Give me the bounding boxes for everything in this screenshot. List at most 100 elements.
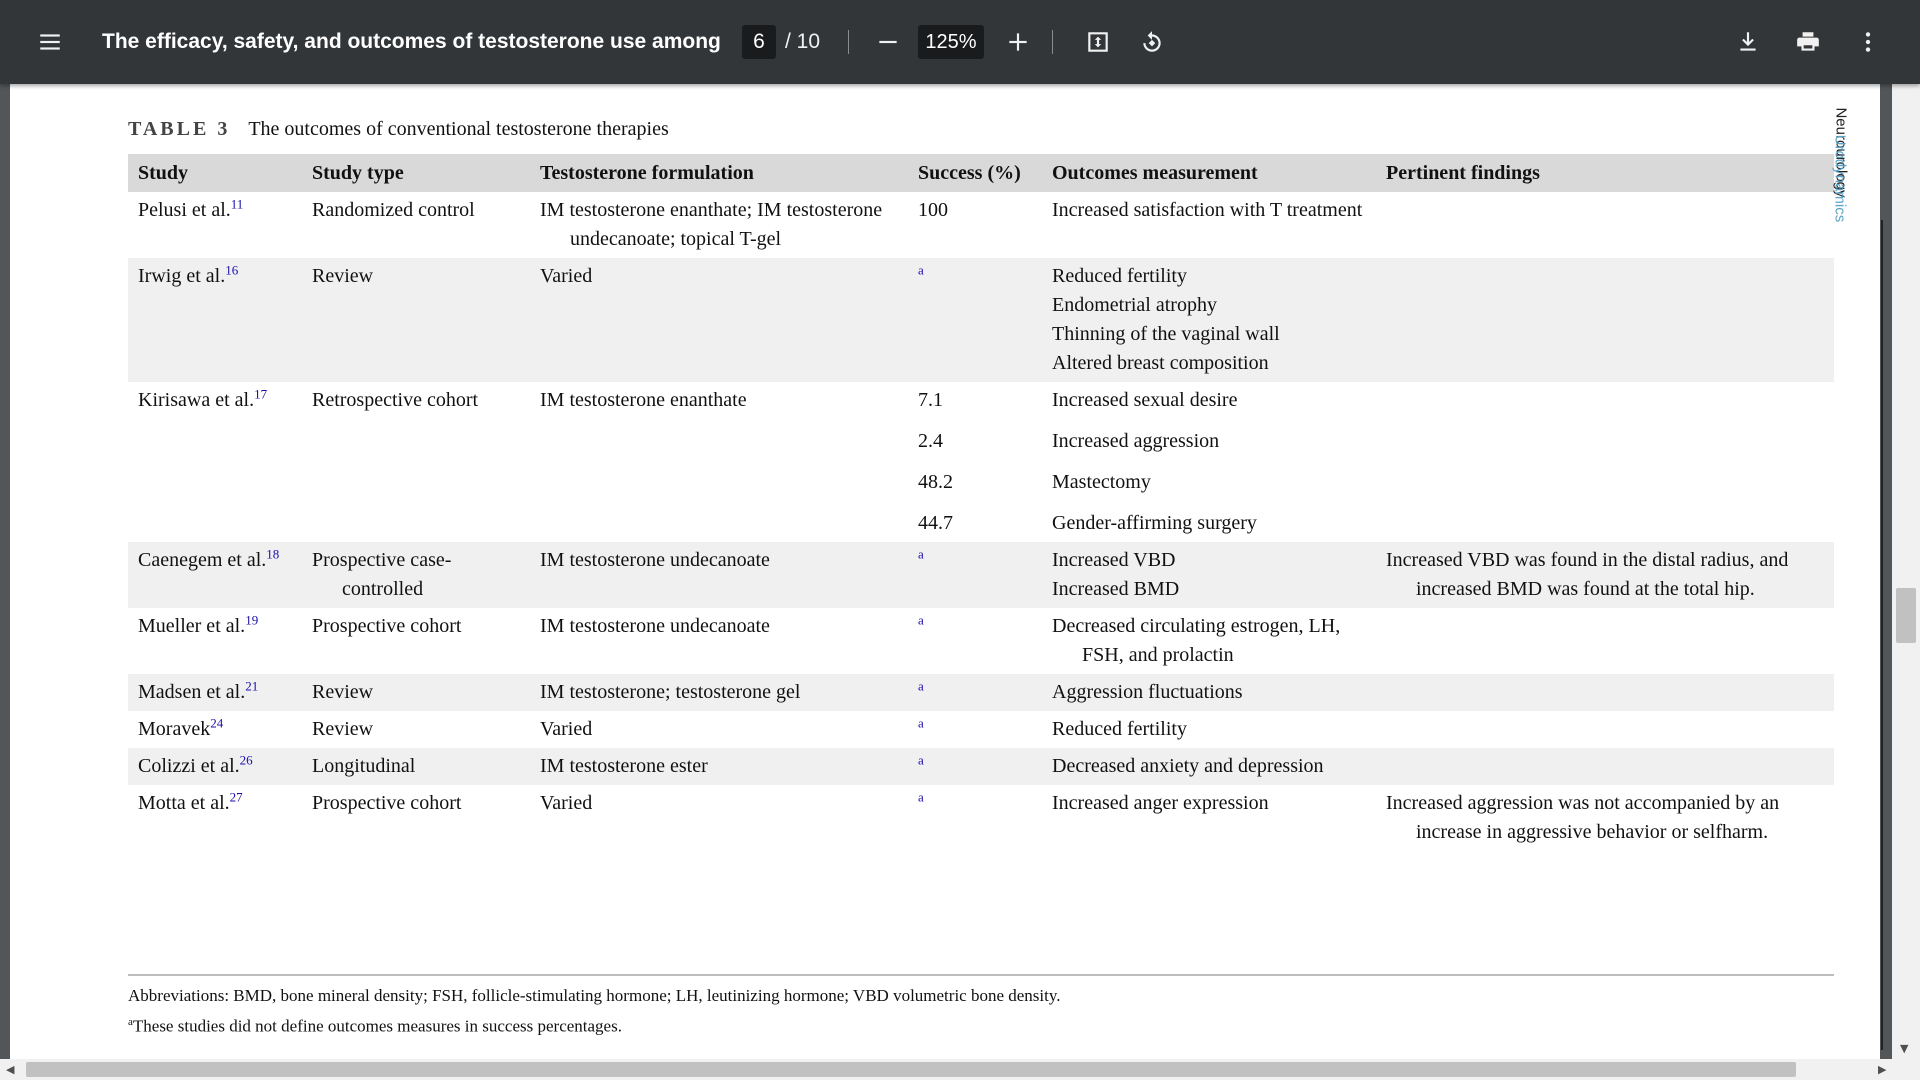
success-cell: 100: [918, 199, 948, 221]
toolbar-divider: [848, 30, 849, 54]
outcome-line: Thinning of the vaginal wall: [1052, 323, 1280, 345]
reference-link[interactable]: 16: [225, 262, 238, 277]
footnote-a-link[interactable]: a: [918, 546, 924, 561]
toolbar-divider: [1052, 30, 1053, 54]
zoom-in-button[interactable]: [998, 22, 1038, 62]
findings-cell: [1376, 711, 1834, 748]
download-button[interactable]: [1728, 22, 1768, 62]
fit-to-page-button[interactable]: [1078, 22, 1118, 62]
findings-cell: [1376, 608, 1834, 674]
study-cell: Motta et al.27: [128, 785, 302, 851]
more-options-button[interactable]: [1848, 22, 1888, 62]
table-row: Moravek24 Review Varied a Reduced fertil…: [128, 711, 1834, 748]
success-cell: a: [908, 674, 1042, 711]
reference-link[interactable]: 19: [245, 612, 258, 627]
study-type-cell: Review: [302, 258, 530, 382]
scroll-left-arrow-icon[interactable]: ◀: [6, 1063, 14, 1076]
table-row: Pelusi et al.11 Randomized control IM te…: [128, 192, 1834, 258]
study-type-cell: Longitudinal: [302, 748, 530, 785]
vertical-scroll-thumb[interactable]: [1896, 588, 1916, 643]
reference-link[interactable]: 26: [240, 752, 253, 767]
findings-cell: [1376, 674, 1834, 711]
success-value: 7.1: [918, 389, 943, 411]
formulation-cell: IM testosterone; testosterone gel: [530, 674, 908, 711]
success-cell: a: [908, 258, 1042, 382]
footnote-a-link[interactable]: a: [918, 752, 924, 767]
study-name: Kirisawa et al.: [138, 389, 255, 411]
column-header: Pertinent findings: [1376, 154, 1834, 192]
study-type-text: Prospective case-controlled: [312, 549, 452, 600]
footnote-a-link[interactable]: a: [918, 789, 924, 804]
outcome-cell: Increased sexual desire Increased aggres…: [1042, 382, 1376, 542]
formulation-cell: IM testosterone undecanoate: [530, 542, 908, 608]
document-title: The efficacy, safety, and outcomes of te…: [102, 30, 722, 53]
study-cell: Pelusi et al.11: [128, 192, 302, 258]
table-header-row: Study Study type Testosterone formulatio…: [128, 154, 1834, 192]
page-total: / 10: [784, 30, 821, 53]
study-cell: Irwig et al.16: [128, 258, 302, 382]
study-name: Pelusi et al.: [138, 199, 231, 221]
success-value: 2.4: [918, 430, 943, 452]
column-header: Testosterone formulation: [530, 154, 908, 192]
download-icon: [1740, 32, 1756, 51]
rotate-button[interactable]: [1132, 22, 1172, 62]
study-type-cell: Review: [302, 674, 530, 711]
scroll-right-arrow-icon[interactable]: ▶: [1878, 1063, 1886, 1076]
formulation-cell: IM testosterone ester: [530, 748, 908, 785]
success-cell: 7.1 2.4 48.2 44.7: [908, 382, 1042, 542]
pdf-toolbar: The efficacy, safety, and outcomes of te…: [0, 0, 1920, 84]
reference-link[interactable]: 18: [266, 546, 279, 561]
study-type-cell: Prospective cohort: [312, 792, 462, 814]
menu-button[interactable]: [26, 22, 74, 62]
success-cell: a: [908, 748, 1042, 785]
table-row: Colizzi et al.26 Longitudinal IM testost…: [128, 748, 1834, 785]
journal-side-rule: [1881, 220, 1883, 1050]
page-number-input[interactable]: 6: [742, 25, 776, 59]
study-cell: Moravek24: [128, 711, 302, 748]
findings-text: Increased VBD was found in the distal ra…: [1386, 549, 1789, 600]
outcome-cell: Increased anger expression: [1052, 792, 1269, 814]
footnote-text: These studies did not define outcomes me…: [132, 1016, 622, 1036]
scroll-down-arrow-icon[interactable]: ▼: [1900, 1042, 1908, 1055]
reference-link[interactable]: 21: [245, 678, 258, 693]
study-type-cell: Prospective cohort: [312, 615, 462, 637]
table-row: Kirisawa et al.17 Retrospective cohort I…: [128, 382, 1834, 542]
study-type-cell: Randomized control: [312, 199, 475, 221]
study-name: Colizzi et al.: [138, 755, 240, 777]
findings-cell: Increased VBD was found in the distal ra…: [1376, 542, 1834, 608]
print-button[interactable]: [1788, 22, 1828, 62]
column-header: Success (%): [908, 154, 1042, 192]
footnote-a-link[interactable]: a: [918, 262, 924, 277]
study-type-cell: Prospective case-controlled: [302, 542, 530, 608]
journal-side-label: Neurourology Urodynamics: [1831, 84, 1892, 234]
vertical-scrollbar[interactable]: [1892, 84, 1920, 1059]
table-caption-text: The outcomes of conventional testosteron…: [248, 118, 669, 140]
findings-cell: [1376, 382, 1834, 542]
outcome-text: Increased satisfaction with T treatment: [1052, 199, 1363, 221]
formulation-cell: IM testosterone enanthate: [540, 389, 747, 411]
reference-link[interactable]: 24: [210, 715, 223, 730]
formulation-cell: Varied: [540, 718, 593, 740]
footnote-a-link[interactable]: a: [918, 678, 924, 693]
outcome-cell: Increased VBD Increased BMD: [1042, 542, 1376, 608]
outcomes-table: Study Study type Testosterone formulatio…: [128, 154, 1834, 851]
footnote-a-link[interactable]: a: [918, 715, 924, 730]
horizontal-scroll-thumb[interactable]: [26, 1062, 1796, 1077]
fit-page-icon: [1088, 32, 1108, 52]
outcome-cell: Decreased circulating estrogen, LH, FSH,…: [1042, 608, 1376, 674]
findings-cell: [1376, 748, 1834, 785]
outcome-line: Gender-affirming surgery: [1052, 512, 1257, 534]
plus-icon: [1009, 33, 1027, 51]
zoom-out-button[interactable]: [868, 22, 908, 62]
reference-link[interactable]: 27: [230, 789, 243, 804]
success-cell: a: [908, 785, 1042, 851]
footnote-a-link[interactable]: a: [918, 612, 924, 627]
study-name: Caenegem et al.: [138, 549, 267, 571]
reference-link[interactable]: 17: [254, 386, 267, 401]
outcome-cell: Aggression fluctuations: [1042, 674, 1376, 711]
reference-link[interactable]: 11: [231, 196, 244, 211]
minus-icon: [879, 40, 897, 44]
zoom-level-input[interactable]: 125%: [918, 25, 984, 59]
study-name: Madsen et al.: [138, 681, 246, 703]
outcome-line: Increased BMD: [1052, 578, 1180, 600]
